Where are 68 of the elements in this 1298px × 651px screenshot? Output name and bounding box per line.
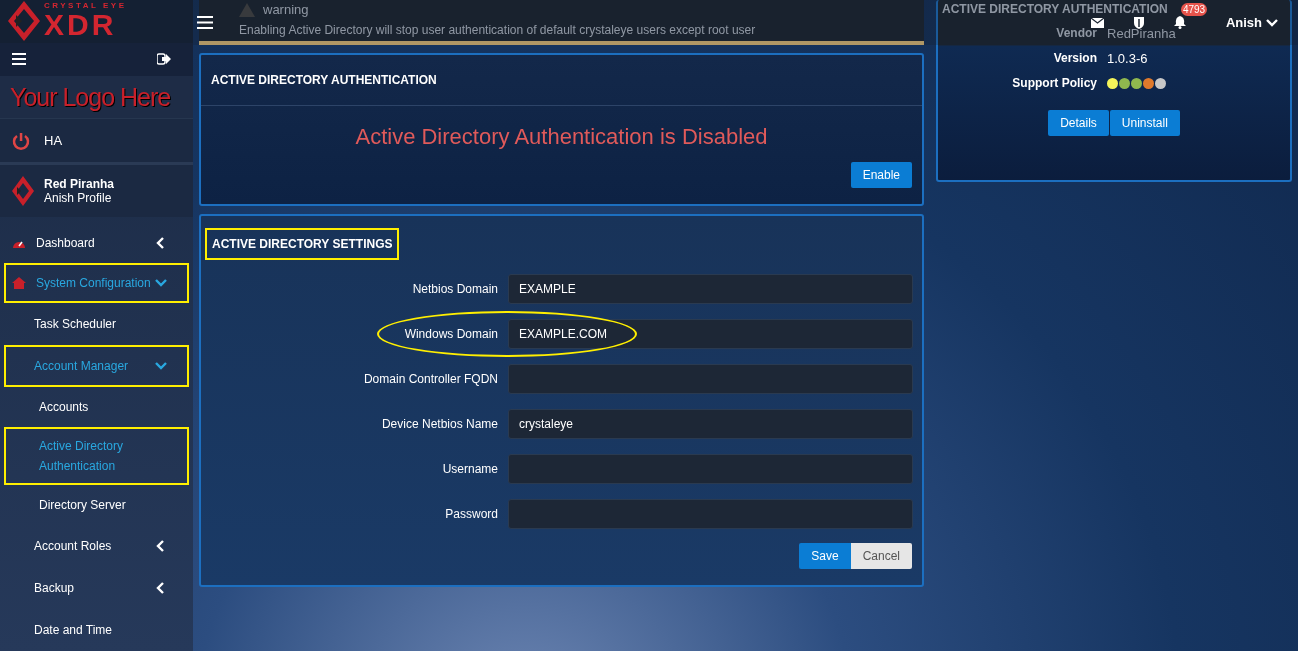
card-title: ACTIVE DIRECTORY AUTHENTICATION [941,1,1168,16]
info-value: 1.0.3-6 [1107,51,1149,66]
brand-name: XDR [44,10,118,41]
profile-subtitle: Anish Profile [44,190,113,205]
cancel-button[interactable]: Cancel [850,543,912,569]
field-label: Device Netbios Name [380,417,499,431]
warning-icon [239,2,255,17]
power-icon [12,131,30,150]
chevron-down-icon [155,360,167,372]
profile-logo-icon [12,175,34,206]
info-label: Support Policy [1012,76,1097,90]
mail-button[interactable] [1090,17,1104,28]
enable-button[interactable]: Enable [850,162,912,188]
chevron-left-icon [155,582,167,594]
input-field[interactable]: EXAMPLE.COM [508,319,913,349]
user-menu-button[interactable]: Anish [1225,15,1278,30]
input-field[interactable] [508,364,913,394]
field-label: Password [444,507,499,521]
nav-item[interactable]: Backup [4,567,189,609]
nav-item[interactable]: Account Manager [4,345,189,387]
input-field[interactable]: crystaleye [508,409,913,439]
shield-icon [1133,16,1144,29]
profile-name: Red Piranha [44,176,115,191]
logo-text: Your Logo Here [10,82,171,112]
nav-item[interactable]: Date and Time [4,609,189,651]
nav-item[interactable]: Account Roles [4,525,189,567]
field-label: Username [441,462,499,476]
panel-title: ACTIVE DIRECTORY AUTHENTICATION [201,55,922,106]
input-field[interactable]: EXAMPLE [508,274,913,304]
menu-button[interactable] [12,53,26,66]
save-button[interactable]: Save [799,543,851,569]
warning-title: warning [263,2,309,17]
shield-button[interactable] [1133,16,1144,29]
notifications-button[interactable] [1173,16,1186,29]
input-field[interactable] [508,499,913,529]
chevron-down-icon [1266,17,1278,28]
panel-title: ACTIVE DIRECTORY SETTINGS [205,228,400,260]
logo-icon [8,1,40,42]
input-field[interactable] [508,454,913,484]
uninstall-button[interactable]: Uninstall [1109,110,1180,136]
nav-item[interactable]: Dashboard [4,223,189,263]
info-label: Vendor [1055,26,1097,41]
nav-item[interactable]: Task Scheduler [4,303,189,345]
chevron-down-icon [155,277,167,289]
chevron-left-icon [155,237,167,249]
bell-icon [1173,16,1186,29]
nav-item[interactable]: Active Directory Authentication [4,427,189,485]
status-message: Active Directory Authentication is Disabled [354,124,769,150]
home-icon [12,277,26,289]
info-value: RedPiranha [1107,26,1176,41]
details-button[interactable]: Details [1048,110,1109,136]
sign-out-button[interactable] [157,53,171,66]
chevron-left-icon [155,540,167,552]
warning-message: Enabling Active Directory will stop user authentication of default crystaleye users except root user [239,23,757,37]
nav-item[interactable]: Directory Server [4,485,189,525]
field-label: Netbios Domain [411,282,499,296]
info-label: Version [1052,51,1097,66]
field-label: Domain Controller FQDN [362,372,499,386]
envelope-icon [1090,17,1104,28]
sign-out-icon [157,53,171,66]
ha-link[interactable]: HA [0,118,193,162]
menu-button[interactable] [197,16,213,29]
nav-item[interactable]: System Configuration [4,263,189,303]
menu-icon [12,53,26,66]
brand-tagline: CRYSTAL EYE [44,2,127,11]
nav-item[interactable]: Accounts [4,387,189,427]
menu-icon [197,16,213,29]
field-label: Windows Domain [403,327,499,341]
